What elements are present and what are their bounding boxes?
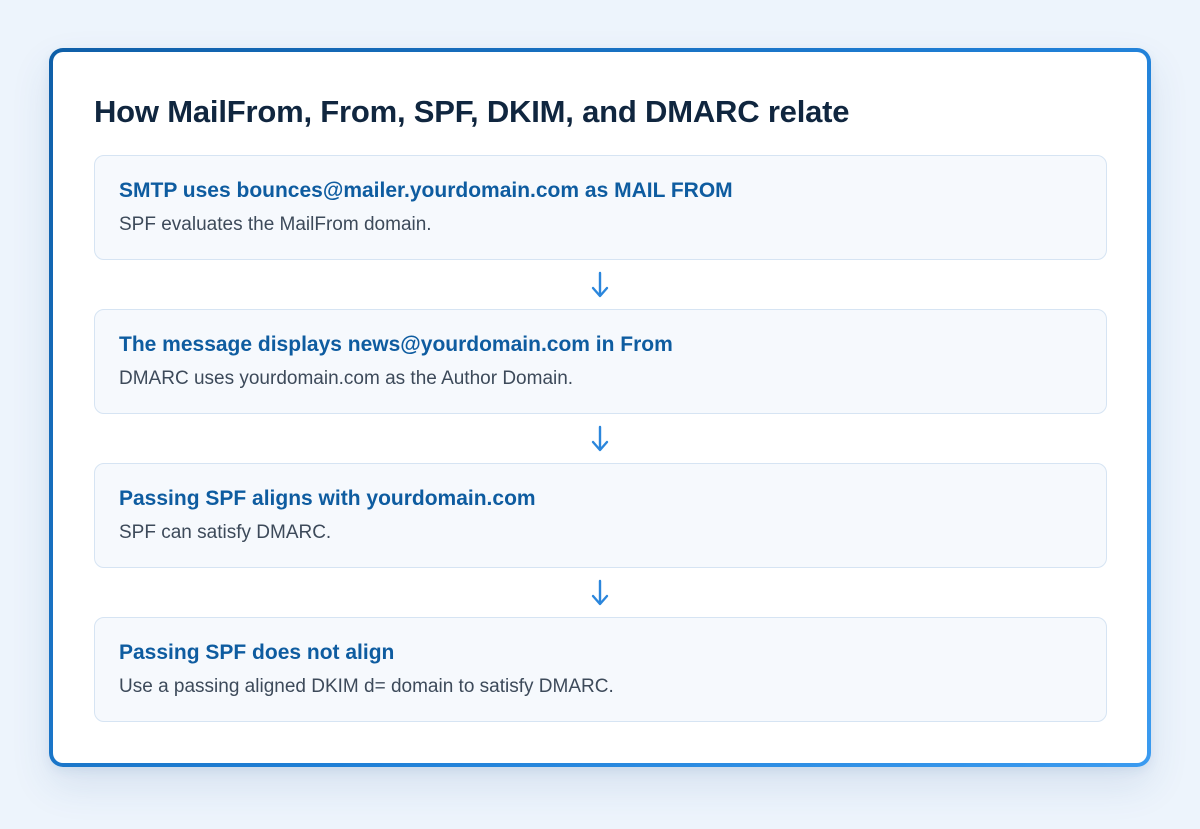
step-heading: Passing SPF does not align <box>119 641 395 664</box>
step-box-3: Passing SPF aligns with yourdomain.com S… <box>94 463 1107 568</box>
step-box-4: Passing SPF does not align Use a passing… <box>94 617 1107 722</box>
diagram-card-body: How MailFrom, From, SPF, DKIM, and DMARC… <box>53 52 1147 763</box>
arrow-down-icon <box>591 425 609 452</box>
step-description: Use a passing aligned DKIM d= domain to … <box>119 676 614 697</box>
step-box-1: SMTP uses bounces@mailer.yourdomain.com … <box>94 155 1107 260</box>
step-description: SPF evaluates the MailFrom domain. <box>119 214 432 235</box>
step-heading: SMTP uses bounces@mailer.yourdomain.com … <box>119 179 733 202</box>
arrow-down-icon <box>591 579 609 606</box>
diagram-title: How MailFrom, From, SPF, DKIM, and DMARC… <box>94 94 850 129</box>
step-description: DMARC uses yourdomain.com as the Author … <box>119 368 574 389</box>
step-heading: The message displays news@yourdomain.com… <box>119 333 673 356</box>
diagram-card: How MailFrom, From, SPF, DKIM, and DMARC… <box>49 48 1151 767</box>
step-box-2: The message displays news@yourdomain.com… <box>94 309 1107 414</box>
arrow-down-icon <box>591 271 609 298</box>
step-heading: Passing SPF aligns with yourdomain.com <box>119 487 536 510</box>
step-description: SPF can satisfy DMARC. <box>119 522 332 543</box>
